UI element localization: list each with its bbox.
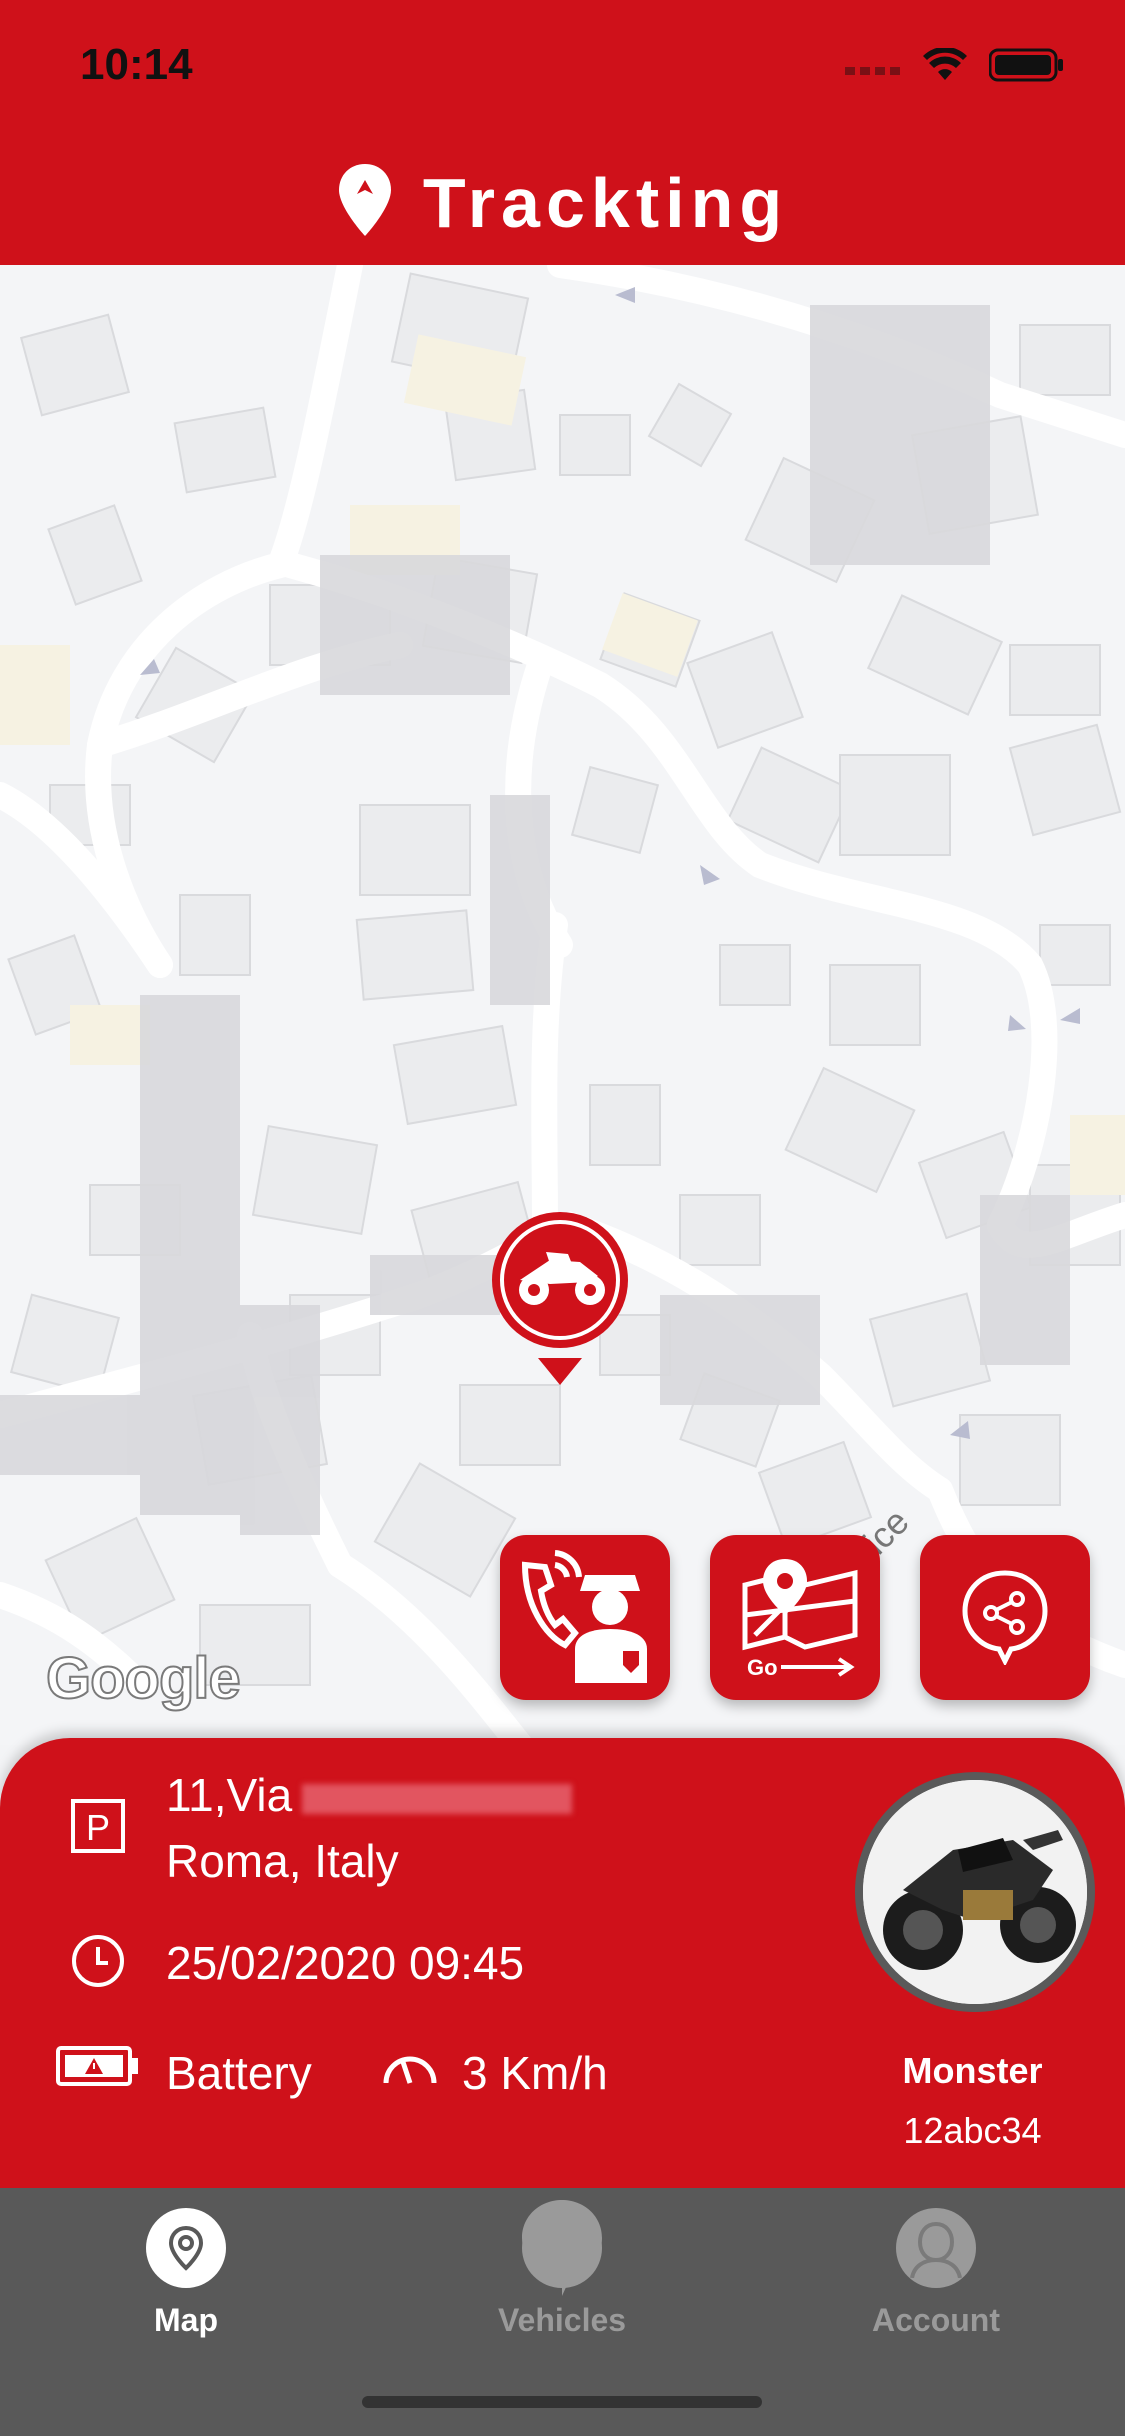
speed-value: 3 Km/h bbox=[462, 2047, 608, 2099]
speed-row bbox=[380, 2043, 440, 2094]
call-police-button[interactable] bbox=[500, 1535, 670, 1700]
parking-icon: P bbox=[70, 1798, 126, 1859]
last-seen-datetime: 25/02/2020 09:45 bbox=[166, 1937, 525, 1989]
vehicle-photo[interactable] bbox=[855, 1772, 1095, 2012]
vehicle-location-marker[interactable] bbox=[490, 1210, 630, 1390]
address-row: P bbox=[70, 1798, 126, 1859]
home-indicator bbox=[362, 2396, 762, 2408]
battery-row bbox=[55, 2043, 141, 2094]
share-icon bbox=[955, 1565, 1055, 1670]
battery-label: Battery bbox=[166, 2047, 312, 2099]
google-logo: Google bbox=[45, 1645, 242, 1712]
tab-account-label: Account bbox=[872, 2302, 1000, 2338]
map-view[interactable]: rice bbox=[0, 265, 1125, 1745]
status-bar: 10:14 bbox=[0, 0, 1125, 140]
map-pin-icon bbox=[146, 2208, 226, 2288]
tab-account[interactable]: Account bbox=[816, 2208, 1056, 2339]
account-icon bbox=[896, 2208, 976, 2288]
battery-status-icon bbox=[988, 48, 1065, 87]
tab-vehicles-label: Vehicles bbox=[497, 2302, 627, 2338]
app-header: Trackting bbox=[0, 140, 1125, 265]
redacted-street bbox=[302, 1783, 573, 1814]
location-pin-icon bbox=[337, 162, 393, 243]
clock-icon bbox=[70, 1933, 126, 1994]
wifi-icon bbox=[923, 46, 967, 87]
signal-icon bbox=[845, 55, 901, 80]
svg-text:P: P bbox=[86, 1807, 110, 1848]
app-title: Trackting bbox=[422, 163, 789, 242]
time-row bbox=[70, 1933, 126, 1994]
vehicle-plate: 12abc34 bbox=[903, 2110, 1042, 2151]
vehicles-icon bbox=[522, 2200, 602, 2296]
svg-text:Go: Go bbox=[747, 1655, 778, 1680]
motorcycle-photo-icon bbox=[863, 1780, 1087, 2004]
address-line-2: Roma, Italy bbox=[166, 1835, 399, 1887]
navigate-go-button[interactable]: Go bbox=[710, 1535, 880, 1700]
battery-warning-icon bbox=[55, 2043, 141, 2094]
speedometer-icon bbox=[380, 2043, 440, 2094]
tab-vehicles[interactable]: Vehicles bbox=[442, 2200, 682, 2339]
status-icons bbox=[845, 46, 1065, 87]
map-roads: rice bbox=[0, 265, 1125, 1745]
tab-map-label: Map bbox=[154, 2302, 218, 2338]
share-location-button[interactable] bbox=[920, 1535, 1090, 1700]
tab-map[interactable]: Map bbox=[66, 2208, 306, 2339]
map-route-icon: Go bbox=[725, 1545, 865, 1690]
address-line-1: 11,Via bbox=[166, 1768, 573, 1822]
police-call-icon bbox=[515, 1545, 655, 1690]
status-time: 10:14 bbox=[80, 40, 193, 89]
vehicle-name: Monster bbox=[902, 2050, 1043, 2091]
tab-bar: Map Vehicles Account bbox=[0, 2188, 1125, 2436]
